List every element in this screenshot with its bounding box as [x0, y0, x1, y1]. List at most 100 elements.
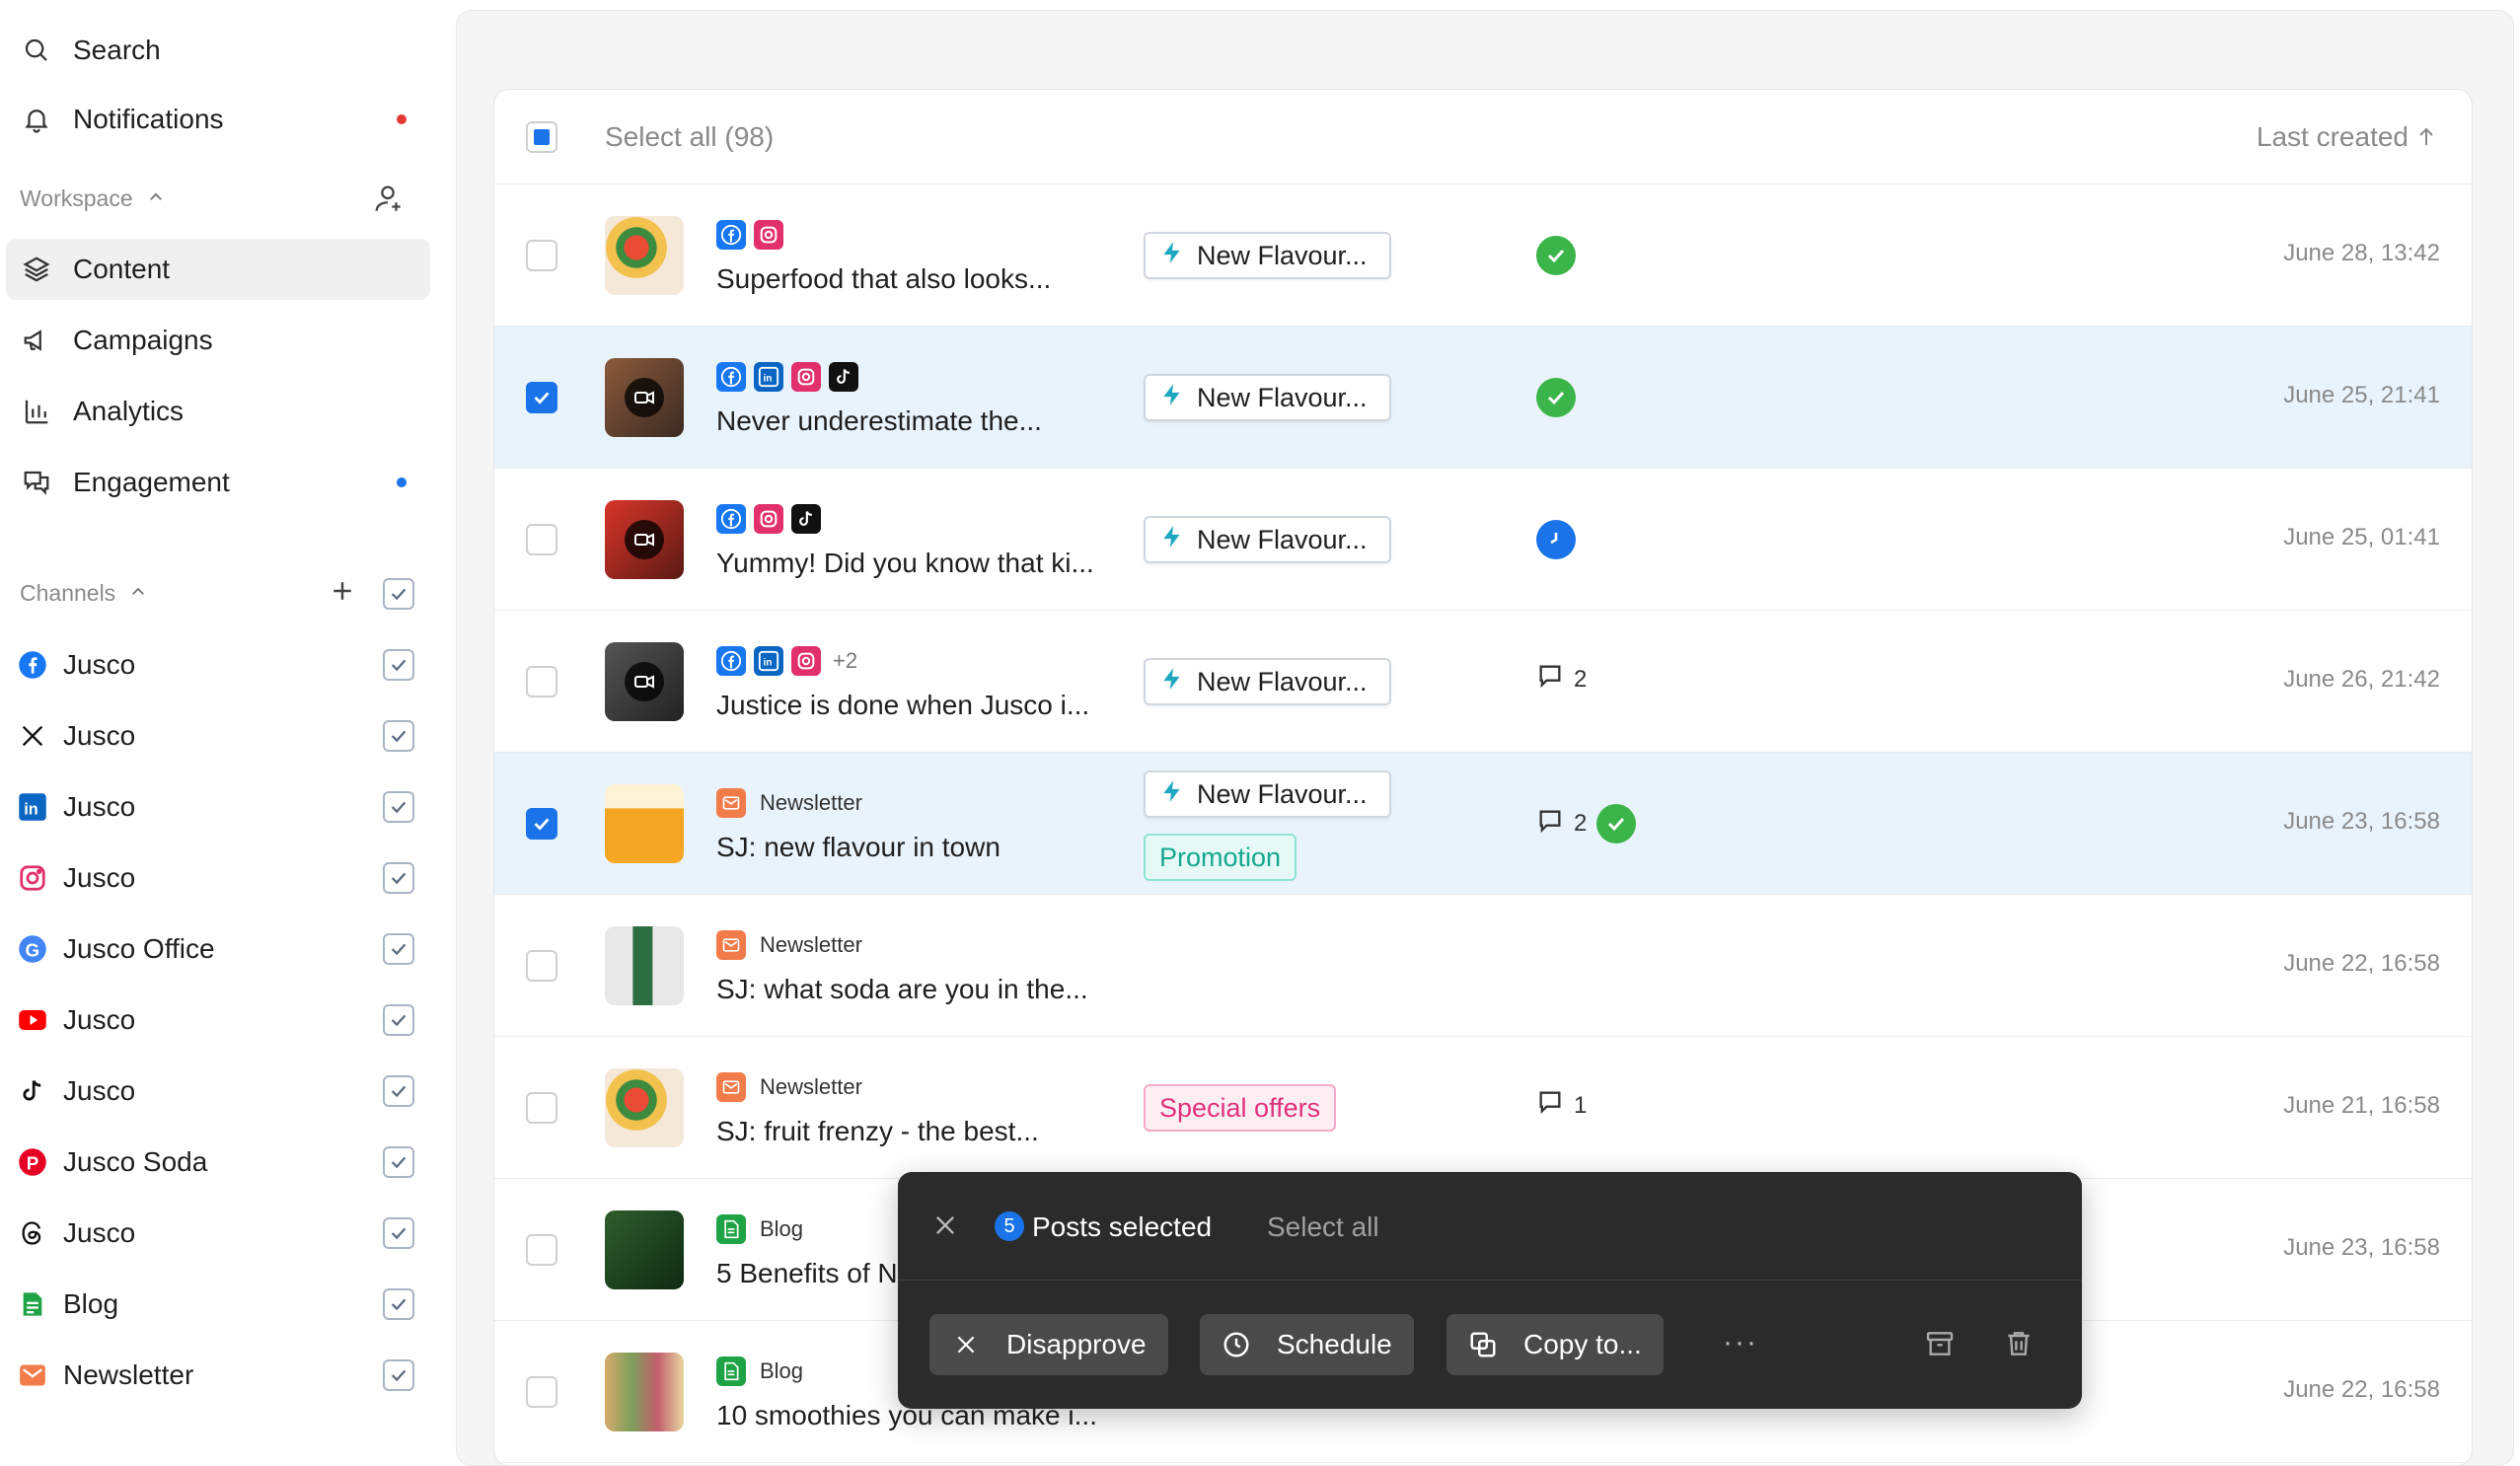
google-icon: G	[16, 932, 49, 966]
row-checkbox[interactable]	[526, 666, 557, 697]
bar-chart-icon	[20, 395, 53, 428]
channel-checkbox[interactable]	[383, 1146, 414, 1178]
megaphone-icon	[20, 324, 53, 357]
channel-item[interactable]: G Jusco Office	[16, 919, 420, 979]
channel-item[interactable]: Jusco	[16, 1204, 420, 1263]
row-checkbox[interactable]	[526, 950, 557, 982]
toolbar-select-all[interactable]: Select all	[1267, 1211, 1379, 1243]
archive-icon[interactable]	[1924, 1328, 1956, 1364]
selected-count-badge: 5	[995, 1211, 1024, 1241]
label-tag[interactable]: Special offers	[1144, 1084, 1337, 1132]
table-row[interactable]: Yummy! Did you know that ki... New Flavou…	[494, 469, 2472, 611]
post-title[interactable]: SJ: new flavour in town	[716, 832, 1001, 863]
row-checkbox[interactable]	[526, 524, 557, 555]
table-row[interactable]: in Never underestimate the... New Flavour.…	[494, 327, 2472, 469]
campaign-tag[interactable]: New Flavour...	[1144, 374, 1391, 421]
row-checkbox[interactable]	[526, 382, 557, 413]
schedule-button[interactable]: Schedule	[1200, 1314, 1414, 1375]
table-row[interactable]: Newsletter SJ: what soda are you in the..…	[494, 895, 2472, 1037]
channel-item[interactable]: Jusco	[16, 1062, 420, 1121]
table-row[interactable]: Newsletter SJ: fruit frenzy - the best...…	[494, 1037, 2472, 1179]
post-title[interactable]: Yummy! Did you know that ki...	[716, 548, 1094, 579]
channel-item[interactable]: Newsletter	[16, 1346, 420, 1405]
channel-label: Jusco	[63, 649, 136, 680]
instagram-icon	[754, 504, 783, 534]
post-title[interactable]: Justice is done when Jusco i...	[716, 690, 1089, 721]
threads-icon	[16, 1216, 49, 1250]
channel-label: Jusco	[63, 791, 136, 822]
arrow-up-icon[interactable]	[2414, 123, 2438, 156]
channel-item[interactable]: Jusco	[16, 848, 420, 908]
channel-checkbox[interactable]	[383, 1288, 414, 1320]
select-all-checkbox[interactable]	[526, 121, 557, 153]
tiktok-icon	[829, 362, 858, 392]
blog-icon	[716, 1214, 746, 1244]
channel-checkbox[interactable]	[383, 1075, 414, 1107]
select-all-channels-checkbox[interactable]	[383, 578, 414, 610]
campaign-tag-label: New Flavour...	[1197, 382, 1368, 412]
channel-checkbox[interactable]	[383, 1004, 414, 1036]
disapprove-button[interactable]: Disapprove	[929, 1314, 1168, 1375]
channel-item[interactable]: in Jusco	[16, 777, 420, 837]
table-row[interactable]: Newsletter SJ: new flavour in town New Fla…	[494, 753, 2472, 895]
channels-section[interactable]: Channels	[20, 580, 147, 607]
row-checkbox[interactable]	[526, 808, 557, 840]
table-row[interactable]: in +2 Justice is done when Jusco i... New F…	[494, 611, 2472, 753]
post-date: June 28, 13:42	[2283, 240, 2440, 266]
sidebar-item-label: Analytics	[73, 396, 185, 426]
post-title[interactable]: Never underestimate the...	[716, 405, 1042, 437]
comment-icon	[1536, 1088, 1564, 1123]
campaign-tag[interactable]: New Flavour...	[1144, 658, 1391, 705]
post-status: 1	[1536, 1088, 1587, 1123]
row-checkbox[interactable]	[526, 1376, 557, 1408]
trash-icon[interactable]	[2003, 1328, 2035, 1364]
facebook-icon	[16, 648, 49, 682]
post-title[interactable]: SJ: what soda are you in the...	[716, 974, 1088, 1005]
post-status: 2	[1536, 804, 1637, 843]
newsletter-icon	[716, 1072, 746, 1102]
channel-item[interactable]: Jusco	[16, 706, 420, 766]
campaign-tag[interactable]: New Flavour...	[1144, 770, 1391, 818]
sidebar-item-campaigns[interactable]: Campaigns	[6, 310, 430, 371]
svg-text:G: G	[26, 940, 40, 961]
channel-item[interactable]: Blog	[16, 1275, 420, 1334]
sidebar-item-engagement[interactable]: Engagement	[6, 452, 430, 513]
channel-item[interactable]: P Jusco Soda	[16, 1133, 420, 1192]
search-nav[interactable]: Search	[6, 20, 430, 81]
post-title[interactable]: 5 Benefits of N	[716, 1258, 898, 1289]
channel-checkbox[interactable]	[383, 862, 414, 894]
channel-checkbox[interactable]	[383, 649, 414, 681]
channel-checkbox[interactable]	[383, 1217, 414, 1249]
copy-to-button[interactable]: Copy to...	[1446, 1314, 1664, 1375]
row-checkbox[interactable]	[526, 240, 557, 271]
channel-checkbox[interactable]	[383, 720, 414, 752]
row-checkbox[interactable]	[526, 1092, 557, 1124]
sort-label[interactable]: Last created	[2257, 121, 2409, 153]
channel-checkbox[interactable]	[383, 933, 414, 965]
channel-item[interactable]: Jusco	[16, 635, 420, 695]
post-title[interactable]: Superfood that also looks...	[716, 263, 1051, 295]
channel-checkbox[interactable]	[383, 791, 414, 823]
workspace-section[interactable]: Workspace	[20, 185, 165, 212]
more-options-icon[interactable]: ···	[1723, 1326, 1758, 1359]
channel-item[interactable]: Jusco	[16, 990, 420, 1050]
post-date: June 25, 01:41	[2283, 524, 2440, 550]
campaign-tag[interactable]: New Flavour...	[1144, 232, 1391, 279]
posts-selected-label: Posts selected	[1032, 1211, 1213, 1242]
row-checkbox[interactable]	[526, 1234, 557, 1266]
notifications-nav[interactable]: Notifications	[6, 89, 430, 150]
channel-checkbox[interactable]	[383, 1359, 414, 1391]
post-title[interactable]: SJ: fruit frenzy - the best...	[716, 1116, 1039, 1147]
add-member-icon[interactable]	[371, 182, 405, 220]
channels-label: Channels	[20, 580, 116, 606]
close-icon[interactable]	[931, 1211, 959, 1244]
campaign-tag[interactable]: New Flavour...	[1144, 516, 1391, 563]
sidebar-item-analytics[interactable]: Analytics	[6, 381, 430, 442]
label-tag[interactable]: Promotion	[1144, 834, 1297, 881]
sidebar-item-content[interactable]: Content	[6, 239, 430, 300]
campaign-tag-label: New Flavour...	[1197, 778, 1368, 809]
select-all-label[interactable]: Select all (98)	[605, 121, 774, 153]
post-thumbnail	[605, 1210, 684, 1289]
table-row[interactable]: Superfood that also looks... New Flavour.…	[494, 184, 2472, 327]
add-channel-icon[interactable]	[328, 576, 357, 611]
